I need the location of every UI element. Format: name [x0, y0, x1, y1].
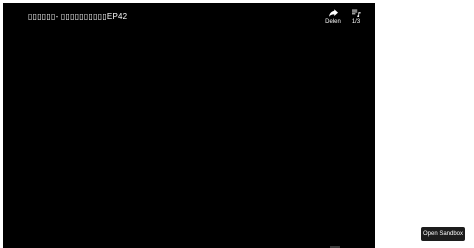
playlist-button[interactable]: 1/3 — [348, 9, 364, 25]
share-button[interactable]: Delen — [321, 9, 345, 25]
video-title[interactable]: ▯▯▯▯▯▯- ▯▯▯▯▯▯▯▯▯▯EP42 — [28, 12, 127, 21]
share-icon — [328, 9, 338, 17]
open-sandbox-button[interactable]: Open Sandbox — [421, 227, 465, 241]
video-player[interactable]: ▯▯▯▯▯▯- ▯▯▯▯▯▯▯▯▯▯EP42 Delen 1/3 — [3, 3, 375, 248]
playlist-position: 1/3 — [351, 19, 361, 25]
share-label: Delen — [325, 19, 341, 25]
playlist-icon — [351, 9, 361, 17]
